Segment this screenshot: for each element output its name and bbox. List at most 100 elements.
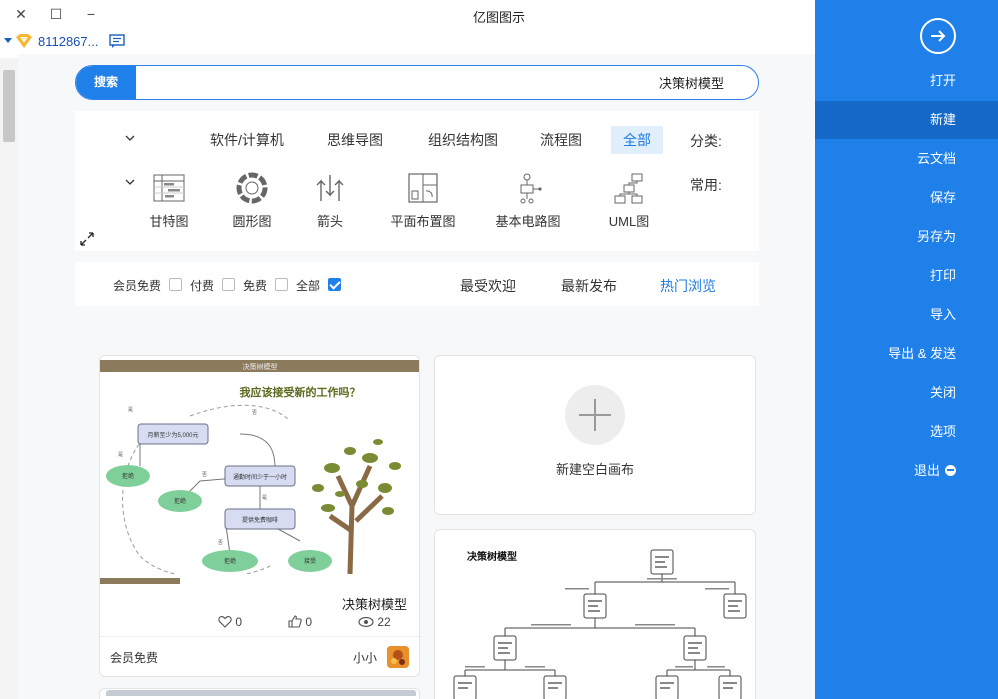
sidebar-item-save[interactable]: 保存 xyxy=(815,179,998,217)
common-item-label: 基本电路图 xyxy=(495,214,561,229)
favorites-value: 0 xyxy=(235,615,243,629)
search-box: 搜索 xyxy=(75,65,759,100)
preview-edge-label: 否 xyxy=(202,472,207,478)
scrollbar-thumb[interactable] xyxy=(3,70,15,142)
filter-bar: 热门浏览 最新发布 最受欢迎 全部 免费 付费 会员免费 xyxy=(75,262,759,306)
common-item-label: 平面布置图 xyxy=(390,214,456,229)
common-item-circle-diagram[interactable]: 圆形图 xyxy=(212,171,292,230)
common-item-label: 箭头 xyxy=(316,214,343,229)
scrollbar[interactable] xyxy=(0,58,18,699)
floorplan-icon xyxy=(408,173,438,203)
user-id[interactable]: 8112867... xyxy=(38,34,98,49)
common-item-floorplan[interactable]: 平面布置图 xyxy=(383,171,463,230)
template-card[interactable]: 决策树模型 我应该接受新的工作吗？ 月薪至少为5,000元 通勤时间少于一小时 … xyxy=(99,355,420,677)
filter-label: 付费 xyxy=(190,279,215,293)
arrows-icon xyxy=(316,175,344,201)
sidebar-item-exit[interactable]: 退出 xyxy=(815,452,998,490)
heart-icon xyxy=(218,615,232,628)
new-blank-canvas-label: 新建空白画布 xyxy=(555,462,634,477)
uml-icon xyxy=(614,173,643,204)
preview-node: 通勤时间少于一小时 xyxy=(233,473,287,481)
message-icon[interactable] xyxy=(108,33,126,49)
author-name[interactable]: 小小 xyxy=(353,649,377,666)
back-button[interactable] xyxy=(920,18,956,54)
common-item-gantt[interactable]: 甘特图 xyxy=(129,171,209,230)
common-item-uml[interactable]: UML图 xyxy=(589,171,669,230)
preview-edge-label: 是 xyxy=(118,452,123,458)
plus-icon xyxy=(565,385,625,445)
search-button[interactable]: 搜索 xyxy=(76,66,136,99)
preview-title: 决策树模型 xyxy=(467,550,517,563)
tab-all[interactable]: 全部 xyxy=(611,126,663,154)
sidebar-item-cloud-docs[interactable]: 云文档 xyxy=(815,140,998,178)
filter-free-checkbox[interactable] xyxy=(275,278,288,291)
eye-icon xyxy=(358,616,374,628)
file-menu-sidebar: 打开 新建 云文档 保存 另存为 打印 导入 导出 & 发送 关闭 选项 退出 xyxy=(815,0,998,699)
sidebar-item-export-send[interactable]: 导出 & 发送 xyxy=(815,335,998,373)
sidebar-item-save-as[interactable]: 另存为 xyxy=(815,218,998,256)
preview-node: 月薪至少为5,000元 xyxy=(147,431,198,439)
common-label: 常用: xyxy=(690,177,722,193)
author-avatar[interactable] xyxy=(387,646,409,668)
new-blank-canvas-card[interactable]: 新建空白画布 xyxy=(434,355,756,515)
divider xyxy=(100,636,419,637)
tab-latest[interactable]: 最新发布 xyxy=(561,276,617,296)
preview-node: 拒绝 xyxy=(174,497,186,505)
views-count: 22 xyxy=(358,615,391,629)
sidebar-item-print[interactable]: 打印 xyxy=(815,257,998,295)
tab-software[interactable]: 软件/计算机 xyxy=(201,126,293,154)
tab-mind-map[interactable]: 思维导图 xyxy=(319,126,391,154)
preview-edge-label: 是 xyxy=(262,495,267,501)
filter-all-checkbox[interactable] xyxy=(328,278,341,291)
sidebar-item-close[interactable]: 关闭 xyxy=(815,374,998,412)
thumbs-up-icon xyxy=(288,615,302,628)
template-card[interactable] xyxy=(99,688,420,699)
account-dropdown-icon[interactable] xyxy=(4,38,12,43)
likes-count[interactable]: 0 xyxy=(288,615,312,629)
arrow-right-circle-icon xyxy=(931,30,946,42)
preview-node: 提供免费咖啡 xyxy=(242,516,278,524)
preview-header: 决策树模型 xyxy=(243,362,278,371)
circuit-icon xyxy=(520,173,542,204)
tab-flowchart[interactable]: 流程图 xyxy=(531,126,591,154)
chevron-down-icon[interactable] xyxy=(125,133,135,143)
account-bar: 8112867... xyxy=(0,30,815,54)
exit-icon xyxy=(945,465,956,476)
common-item-label: 圆形图 xyxy=(232,214,272,229)
favorites-count[interactable]: 0 xyxy=(218,615,242,629)
filter-paid-checkbox[interactable] xyxy=(222,278,235,291)
preview-node: 接受 xyxy=(304,557,316,565)
circle-diagram-icon xyxy=(236,172,268,204)
template-preview: 决策树模型 xyxy=(453,549,747,699)
preview-edge-label: 否 xyxy=(252,410,257,416)
preview-node: 拒绝 xyxy=(122,472,134,480)
common-item-label: 甘特图 xyxy=(149,214,189,229)
template-title: 决策树模型 xyxy=(341,597,407,612)
sidebar-item-import[interactable]: 导入 xyxy=(815,296,998,334)
preview-edge-label: 是 xyxy=(128,407,133,413)
common-item-label: UML图 xyxy=(608,214,650,229)
filter-label: 会员免费 xyxy=(113,279,162,293)
sidebar-item-open[interactable]: 打开 xyxy=(815,62,998,100)
tab-most-liked[interactable]: 最受欢迎 xyxy=(460,276,516,296)
category-label: 分类: xyxy=(690,133,722,149)
expand-icon[interactable] xyxy=(79,231,95,247)
template-card[interactable]: 决策树模型 xyxy=(434,529,756,699)
preview-node: 拒绝 xyxy=(224,557,236,565)
category-panel: 分类: 全部 流程图 组织结构图 思维导图 软件/计算机 常用: UML图 基本… xyxy=(75,111,759,251)
preview-question: 我应该接受新的工作吗？ xyxy=(240,385,361,399)
common-item-circuit[interactable]: 基本电路图 xyxy=(488,171,568,230)
sidebar-item-new[interactable]: 新建 xyxy=(815,101,998,139)
search-input[interactable] xyxy=(138,66,738,99)
tab-org-chart[interactable]: 组织结构图 xyxy=(419,126,507,154)
preview-edge-label: 否 xyxy=(218,540,223,546)
views-value: 22 xyxy=(377,615,391,629)
common-item-arrows[interactable]: 箭头 xyxy=(290,171,370,230)
tab-popular[interactable]: 热门浏览 xyxy=(660,276,716,296)
sidebar-item-options[interactable]: 选项 xyxy=(815,413,998,451)
template-preview: 决策树模型 我应该接受新的工作吗？ 月薪至少为5,000元 通勤时间少于一小时 … xyxy=(100,356,419,588)
vip-diamond-icon xyxy=(16,34,32,48)
filter-label: 全部 xyxy=(296,279,321,293)
likes-value: 0 xyxy=(305,615,313,629)
filter-member-free-checkbox[interactable] xyxy=(169,278,182,291)
